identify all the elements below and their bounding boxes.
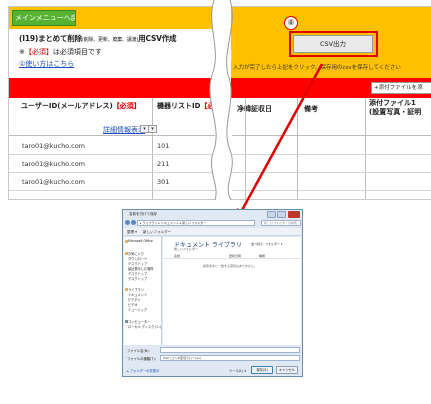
instruction-text: 入力が完了したら上記をクリック、保存用のcsvを保存してください (233, 65, 401, 71)
close-button[interactable] (288, 211, 300, 218)
header-attachment-line2: (設置写真・証明 (369, 108, 422, 116)
required-note-suffix: は必須項目です (52, 48, 102, 56)
maximize-button[interactable] (277, 211, 286, 218)
library-subtitle: 新しいフォルダー (174, 247, 199, 251)
column-name[interactable]: 名前 (174, 254, 180, 258)
filetype-label: ファイルの種類(T): (127, 357, 156, 361)
detail-info-link[interactable]: 詳細情報表示 (103, 125, 145, 135)
row-equipment-id[interactable]: 301 (157, 178, 169, 186)
nav-item[interactable]: ローカル ディスク (C:) (128, 324, 161, 329)
right-spreadsheet: ⑧ CSV出力 入力が完了したら上記をクリック、保存用のcsvを保存してください… (231, 6, 431, 200)
menu-back-button[interactable]: メインメニューへ戻る (12, 10, 76, 26)
table-row[interactable] (231, 137, 431, 155)
row-email[interactable]: taro01@kucho.com (22, 160, 85, 168)
arrange-dropdown[interactable]: 並べ替え: フォルダー ▾ (251, 242, 282, 246)
hide-folders-toggle[interactable]: ▴ フォルダーの非表示 (127, 368, 159, 373)
nav-item[interactable]: ミュージック (128, 307, 147, 312)
torn-gap-divider (209, 0, 233, 200)
empty-folder-message: 検索条件に一致する項目はありません。 (203, 264, 257, 268)
column-date[interactable]: 更新日時 (229, 254, 241, 258)
row-email[interactable]: taro01@kucho.com (22, 142, 85, 150)
header-date: 净韓証収日 (237, 105, 272, 113)
back-icon[interactable] (125, 220, 130, 225)
row-equipment-id[interactable]: 211 (157, 160, 169, 168)
save-button[interactable]: 保存(S) (251, 366, 273, 374)
title-small: (削除、更新、廃棄、譲渡) (81, 37, 139, 43)
new-folder-button[interactable]: 新しいフォルダー (143, 230, 171, 235)
file-list-pane[interactable]: ドキュメント ライブラリ 新しいフォルダー 並べ替え: フォルダー ▾ 名前 更… (163, 237, 301, 345)
organize-button[interactable]: 整理 ▾ (127, 230, 137, 235)
page-title: (I19)まとめて削除(削除、更新、廃棄、譲渡)用CSV作成 (19, 33, 215, 43)
header-user-id-label: ユーザーID(メールアドレス) (21, 102, 113, 110)
save-as-dialog: 名前を付けて保存 ▸ ライブラリ ▸ ドキュメント ▸ 新しいフォルダー 新しい… (122, 209, 303, 377)
step-number-badge: ⑧ (284, 16, 298, 30)
row-equipment-id[interactable]: 101 (157, 142, 169, 150)
left-spreadsheet: メインメニューへ戻る (I19)まとめて削除(削除、更新、廃棄、譲渡)用CSV作… (8, 6, 215, 200)
header-attachment-line1: 添付ファイル1 (369, 99, 416, 107)
tools-dropdown[interactable]: ツール(L) ▾ (229, 368, 246, 373)
required-note-mark: 【必須】 (24, 48, 53, 56)
row-email[interactable]: taro01@kucho.com (22, 178, 85, 186)
header-equipment-label: 機器リストID (157, 102, 201, 110)
nav-item[interactable]: デスクトップ (128, 276, 147, 281)
csv-export-button[interactable]: CSV出力 (293, 35, 373, 53)
search-input[interactable]: 新しいフォルダーの検索 (261, 220, 301, 226)
navigation-pane: Microsoft Office お気に入り ダウンロード デスクトップ 最近表… (124, 237, 162, 345)
forward-icon[interactable] (131, 220, 136, 225)
table-row[interactable] (231, 155, 431, 173)
header-notes: 備考 (304, 105, 318, 113)
cancel-button[interactable]: キャンセル (276, 366, 298, 374)
equipment-filter-dropdown[interactable]: ▾ (148, 125, 157, 133)
column-type[interactable]: 種類 (259, 254, 265, 258)
address-bar[interactable]: ▸ ライブラリ ▸ ドキュメント ▸ 新しいフォルダー (137, 220, 255, 226)
filename-label: ファイル名(N): (127, 349, 150, 353)
minimize-button[interactable] (267, 211, 276, 218)
title-tail: 用CSV作成 (138, 34, 177, 43)
filetype-select[interactable]: CSV (コンマ区切り) (*.csv) (160, 355, 300, 361)
header-user-id-required: 【必須】 (112, 102, 141, 110)
title-main: (I19)まとめて削除 (19, 34, 82, 43)
header-red-band (9, 78, 215, 98)
add-attachment-button[interactable]: +添付ファイルを添 (371, 82, 431, 94)
header-attachment: 添付ファイル1 (設置写真・証明 (369, 99, 421, 117)
required-note: ※【必須】は必須項目です (19, 47, 102, 57)
header-user-id: ユーザーID(メールアドレス)【必須】 (21, 101, 141, 111)
nav-item[interactable]: Microsoft Office (128, 239, 153, 243)
howto-link[interactable]: ①使い方はこちら (19, 59, 74, 69)
dialog-title: 名前を付けて保存 (129, 212, 157, 216)
filename-input[interactable] (160, 347, 300, 353)
table-row[interactable] (231, 173, 431, 191)
